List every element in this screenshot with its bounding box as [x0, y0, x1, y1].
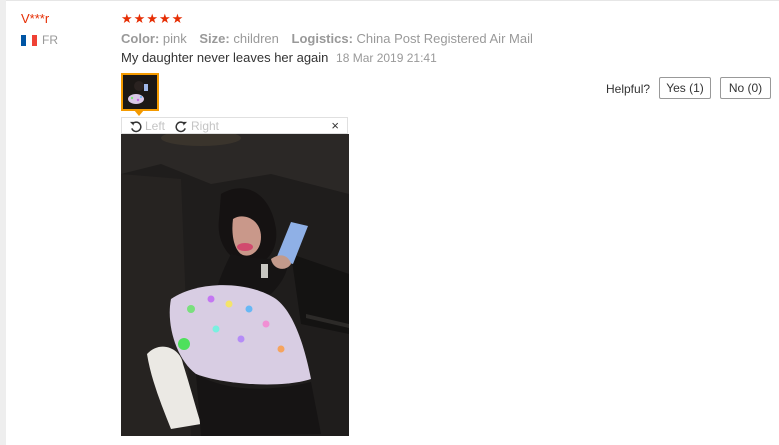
rotate-right-icon: [175, 120, 188, 132]
order-attributes: Color: pink Size: children Logistics: Ch…: [121, 31, 542, 46]
rotate-left-label: Left: [145, 119, 166, 133]
helpful-yes-button[interactable]: Yes (1): [659, 77, 711, 99]
star-icon: ★: [133, 11, 146, 26]
left-border: [0, 0, 6, 445]
image-viewer-toolbar: Left Right ×: [121, 117, 348, 134]
helpful-no-button[interactable]: No (0): [720, 77, 771, 99]
divider: [6, 0, 779, 1]
thumbnail-image: [123, 75, 157, 109]
review-photo-thumbnail[interactable]: [121, 73, 159, 111]
rotate-right-label: Right: [191, 119, 220, 133]
star-icon: ★: [121, 11, 133, 26]
attr-logistics: Logistics: China Post Registered Air Mai…: [291, 31, 533, 46]
attr-size: Size: children: [199, 31, 279, 46]
helpful-label: Helpful?: [606, 82, 651, 96]
reviewer-name: V***r: [21, 11, 50, 26]
rating-stars: ★ ★ ★ ★ ★: [121, 11, 184, 27]
rotate-left-icon: [129, 120, 142, 132]
star-icon: ★: [171, 11, 184, 26]
review-body: My daughter never leaves her again 18 Ma…: [121, 50, 437, 65]
rotate-right-button[interactable]: Right: [175, 119, 219, 133]
review-photo: [121, 134, 349, 436]
reviewer-country: FR: [21, 33, 58, 47]
flag-fr-icon: [21, 34, 37, 46]
rotate-left-button[interactable]: Left: [129, 119, 165, 133]
country-code: FR: [42, 33, 58, 47]
thumbnail-indicator: [134, 110, 144, 116]
review-text: My daughter never leaves her again: [121, 50, 329, 65]
close-icon[interactable]: ×: [331, 118, 339, 133]
review-date: 18 Mar 2019 21:41: [336, 51, 437, 65]
review-photo-image: [121, 134, 349, 436]
attr-color: Color: pink: [121, 31, 187, 46]
star-icon: ★: [158, 11, 171, 26]
star-icon: ★: [146, 11, 158, 26]
